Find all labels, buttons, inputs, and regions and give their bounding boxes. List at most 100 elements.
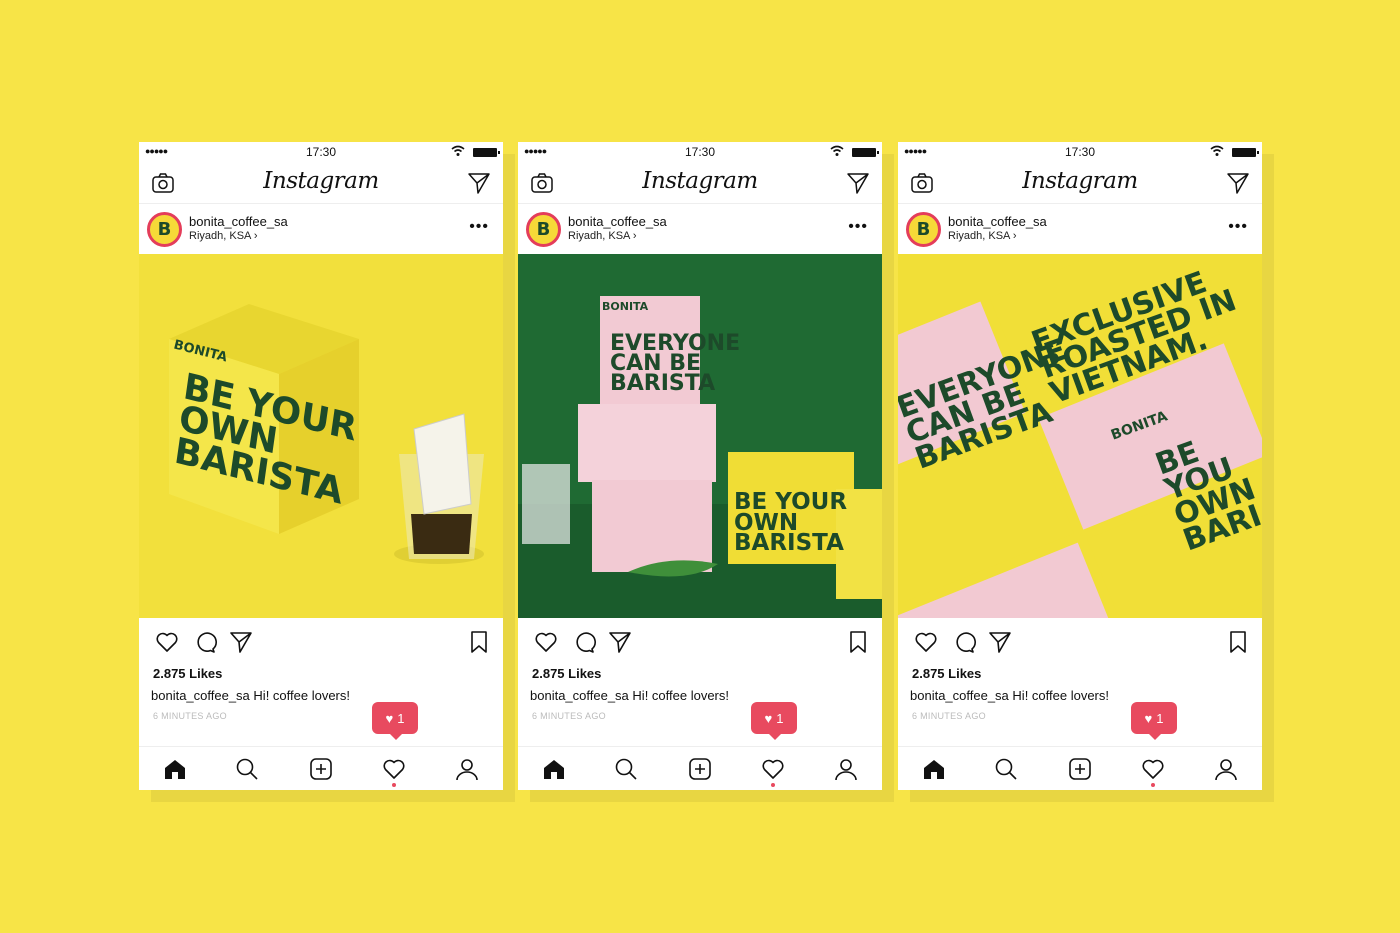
home-icon[interactable] (542, 757, 566, 781)
status-bar: ●●●●● 17:30 (898, 142, 1262, 162)
caption-username[interactable]: bonita_coffee_sa (530, 688, 629, 703)
post-username[interactable]: bonita_coffee_sa (948, 214, 1047, 229)
add-icon[interactable] (309, 757, 333, 781)
add-icon[interactable] (1068, 757, 1092, 781)
wifi-icon (830, 145, 844, 156)
activity-icon[interactable] (761, 757, 785, 781)
coffee-stack-illustration (518, 254, 882, 618)
app-header: Instagram (898, 162, 1262, 204)
phone-post-3: ●●●●● 17:30 Instagram B bonita_coffee_sa… (898, 142, 1262, 790)
post-caption: bonita_coffee_sa Hi! coffee lovers! (151, 688, 351, 703)
send-icon[interactable] (1226, 171, 1250, 195)
battery-icon (852, 148, 879, 157)
status-time: 17:30 (1064, 145, 1096, 159)
notification-bubble[interactable]: ♥ 1 (372, 702, 418, 740)
battery-icon (1232, 148, 1259, 157)
bookmark-icon[interactable] (467, 630, 491, 654)
post-location[interactable]: Riyadh, KSA › (948, 230, 1017, 242)
photo-headline-secondary: BE YOUR OWN BARISTA (734, 489, 848, 557)
profile-icon[interactable] (455, 757, 479, 781)
activity-indicator-dot (771, 783, 775, 787)
likes-count[interactable]: 2.875 Likes (153, 666, 222, 681)
battery-icon (473, 148, 500, 157)
avatar[interactable]: B (906, 212, 941, 247)
send-icon[interactable] (846, 171, 870, 195)
post-actions (898, 618, 1262, 666)
post-timestamp: 6 MINUTES AGO (532, 711, 606, 721)
post-caption: bonita_coffee_sa Hi! coffee lovers! (910, 688, 1110, 703)
more-options-icon[interactable]: ••• (848, 218, 868, 236)
heart-icon: ♥ (764, 710, 773, 726)
avatar-letter: B (152, 217, 177, 242)
post-photo[interactable]: EXCLUSIVE ROASTED IN VIETNAM. EVERYONE C… (898, 254, 1262, 618)
comment-icon[interactable] (193, 630, 217, 654)
phone-post-2: ●●●●● 17:30 Instagram B bonita_coffee_sa… (518, 142, 882, 790)
activity-icon[interactable] (1141, 757, 1165, 781)
post-header: B bonita_coffee_sa Riyadh, KSA › ••• (139, 204, 503, 254)
notification-bubble[interactable]: ♥ 1 (1131, 702, 1177, 740)
bottom-tab-bar (518, 746, 882, 790)
app-header: Instagram (139, 162, 503, 204)
search-icon[interactable] (614, 757, 638, 781)
post-caption: bonita_coffee_sa Hi! coffee lovers! (530, 688, 730, 703)
wifi-icon (451, 145, 465, 156)
more-options-icon[interactable]: ••• (469, 218, 489, 236)
post-header: B bonita_coffee_sa Riyadh, KSA › ••• (518, 204, 882, 254)
bookmark-icon[interactable] (846, 630, 870, 654)
post-location[interactable]: Riyadh, KSA › (568, 230, 637, 242)
post-username[interactable]: bonita_coffee_sa (568, 214, 667, 229)
app-title: Instagram (642, 168, 758, 194)
share-icon[interactable] (229, 630, 253, 654)
phone-post-1: ●●●●● 17:30 Instagram B bonita_coffee_sa… (139, 142, 503, 790)
search-icon[interactable] (235, 757, 259, 781)
notification-bubble[interactable]: ♥ 1 (751, 702, 797, 740)
post-actions (518, 618, 882, 666)
home-icon[interactable] (163, 757, 187, 781)
heart-icon[interactable] (914, 630, 938, 654)
bookmark-icon[interactable] (1226, 630, 1250, 654)
caption-username[interactable]: bonita_coffee_sa (910, 688, 1009, 703)
profile-icon[interactable] (834, 757, 858, 781)
post-photo[interactable]: EVERYONE CAN BE BARISTA BONITA BE YOUR O… (518, 254, 882, 618)
more-options-icon[interactable]: ••• (1228, 218, 1248, 236)
home-icon[interactable] (922, 757, 946, 781)
status-bar: ●●●●● 17:30 (518, 142, 882, 162)
likes-count[interactable]: 2.875 Likes (912, 666, 981, 681)
avatar[interactable]: B (147, 212, 182, 247)
activity-indicator-dot (1151, 783, 1155, 787)
profile-icon[interactable] (1214, 757, 1238, 781)
likes-count[interactable]: 2.875 Likes (532, 666, 601, 681)
comment-icon[interactable] (952, 630, 976, 654)
status-bar: ●●●●● 17:30 (139, 142, 503, 162)
post-header: B bonita_coffee_sa Riyadh, KSA › ••• (898, 204, 1262, 254)
post-actions (139, 618, 503, 666)
heart-icon[interactable] (534, 630, 558, 654)
app-title: Instagram (263, 168, 379, 194)
post-timestamp: 6 MINUTES AGO (912, 711, 986, 721)
post-username[interactable]: bonita_coffee_sa (189, 214, 288, 229)
heart-icon[interactable] (155, 630, 179, 654)
comment-icon[interactable] (572, 630, 596, 654)
post-location[interactable]: Riyadh, KSA › (189, 230, 258, 242)
bottom-tab-bar (139, 746, 503, 790)
caption-username[interactable]: bonita_coffee_sa (151, 688, 250, 703)
photo-headline: EVERYONE CAN BE BARISTA (610, 331, 741, 396)
activity-indicator-dot (392, 783, 396, 787)
app-header: Instagram (518, 162, 882, 204)
status-time: 17:30 (684, 145, 716, 159)
search-icon[interactable] (994, 757, 1018, 781)
avatar-letter: B (911, 217, 936, 242)
share-icon[interactable] (988, 630, 1012, 654)
status-time: 17:30 (305, 145, 337, 159)
heart-icon: ♥ (1144, 710, 1153, 726)
share-icon[interactable] (608, 630, 632, 654)
add-icon[interactable] (688, 757, 712, 781)
send-icon[interactable] (467, 171, 491, 195)
post-photo[interactable]: BE YOUR OWN BARISTA BONITA (139, 254, 503, 618)
heart-icon: ♥ (385, 710, 394, 726)
photo-brand: BONITA (602, 300, 649, 313)
avatar-letter: B (531, 217, 556, 242)
app-title: Instagram (1022, 168, 1138, 194)
activity-icon[interactable] (382, 757, 406, 781)
avatar[interactable]: B (526, 212, 561, 247)
